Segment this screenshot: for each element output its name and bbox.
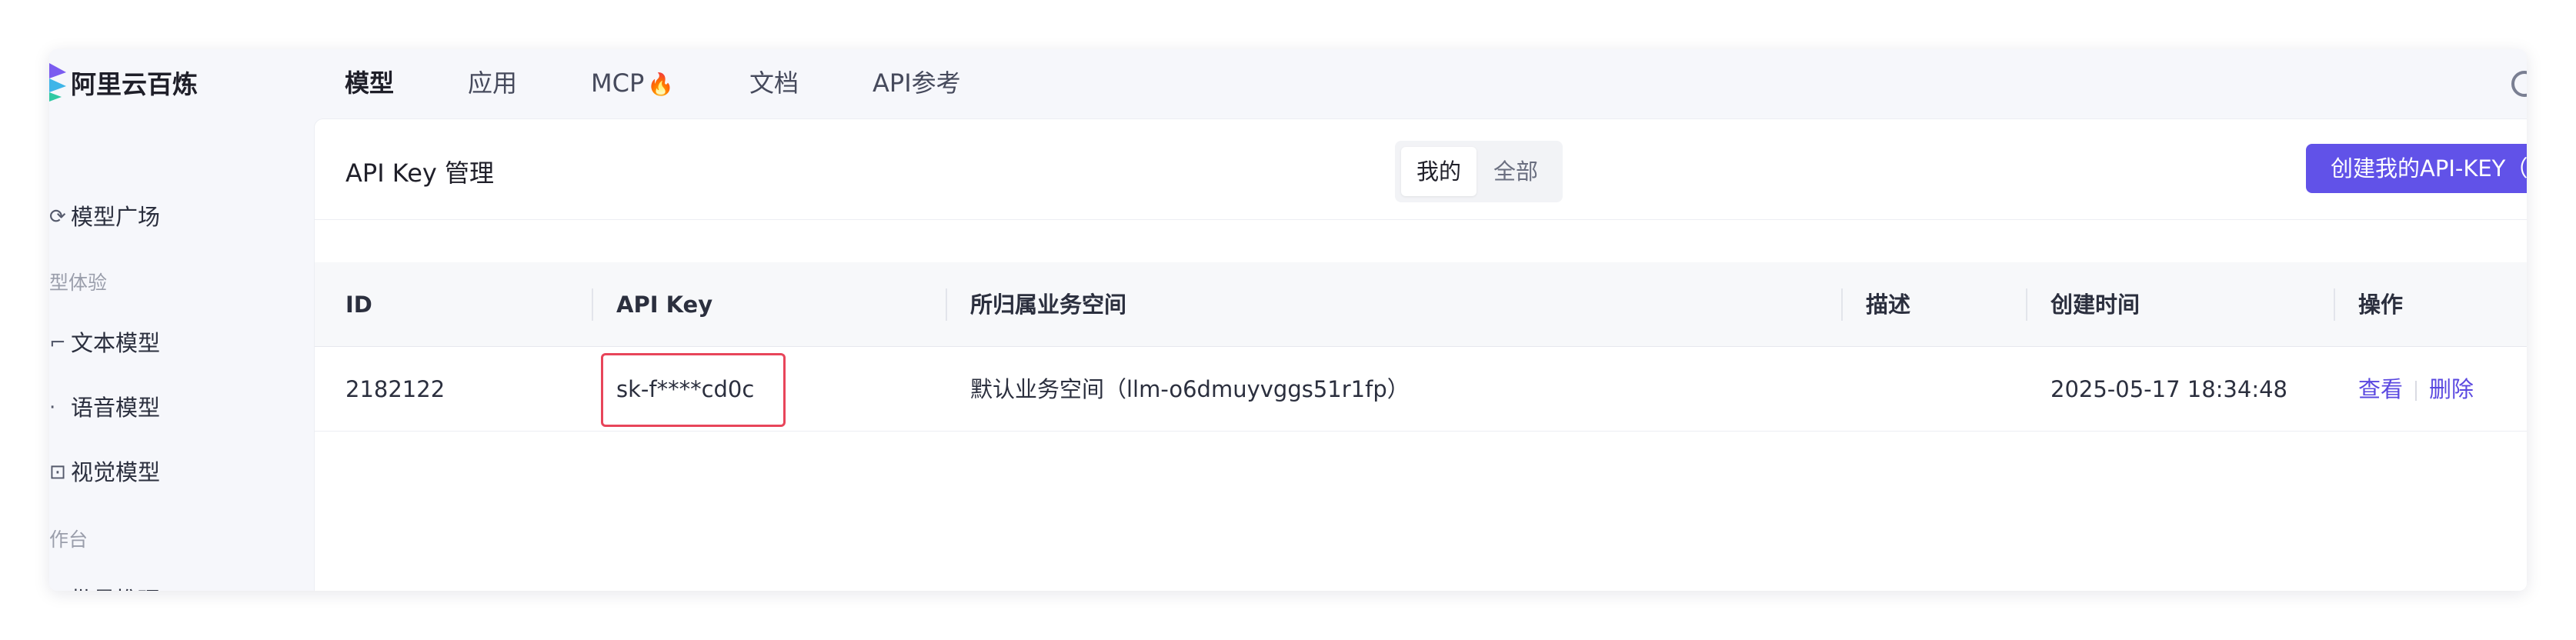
sidebar-item-label: 批量推理	[71, 585, 160, 591]
column-separator	[946, 288, 947, 321]
sidebar-item-label: 文本模型	[71, 330, 161, 356]
nav-item-label: 应用	[468, 68, 518, 98]
sidebar-item-text-model[interactable]: ⌐ 文本模型	[49, 328, 160, 358]
header-divider	[315, 219, 2527, 220]
voice-model-icon: ⋅	[49, 396, 56, 419]
text-model-icon: ⌐	[49, 332, 66, 355]
column-separator	[1841, 288, 1843, 321]
sidebar-section-experience: 型体验	[49, 272, 108, 294]
nav-item-api-reference[interactable]: API参考	[873, 66, 961, 100]
gear-icon[interactable]	[2511, 71, 2527, 97]
sidebar-item-label: 模型广场	[71, 204, 161, 230]
page-title: API Key 管理	[345, 158, 494, 188]
column-separator	[2026, 288, 2027, 321]
column-header-actions: 操作	[2358, 292, 2404, 318]
logo-text: 阿里云百炼	[71, 69, 198, 99]
logo-icon	[49, 63, 66, 102]
sidebar-section-workbench: 作台	[49, 528, 88, 551]
sidebar: ⟳ 模型广场 型体验 ⌐ 文本模型 ⋅ 语音模型 ⊡ 视觉模型 作台 } 批量推…	[49, 118, 314, 591]
sidebar-item-label: 视觉模型	[71, 459, 161, 485]
cell-api-key: sk-f****cd0c	[616, 376, 755, 402]
delete-link[interactable]: 删除	[2429, 376, 2474, 402]
create-api-key-button[interactable]: 创建我的API-KEY（	[2306, 144, 2527, 193]
flame-icon: 🔥	[647, 72, 675, 97]
table-header: ID API Key 所归属业务空间 描述 创建时间 操作	[315, 262, 2527, 347]
logo[interactable]: 阿里云百炼	[49, 63, 198, 102]
column-header-description: 描述	[1866, 292, 1911, 318]
segment-mine[interactable]: 我的	[1401, 147, 1477, 196]
column-header-id: ID	[345, 292, 372, 318]
table-row: 2182122 sk-f****cd0c 默认业务空间（llm-o6dmuyvg…	[315, 347, 2527, 432]
nav-item-docs[interactable]: 文档	[749, 66, 799, 100]
app-window: 阿里云百炼 模型 应用 MCP 🔥 文档 API参考 ⟳ 模型广场 型体验 ⌐ 文…	[49, 49, 2527, 591]
segment-all[interactable]: 全部	[1478, 147, 1553, 196]
column-header-workspace: 所归属业务空间	[970, 292, 1127, 318]
view-link[interactable]: 查看	[2358, 376, 2403, 402]
plaza-icon: ⟳	[49, 205, 66, 228]
column-header-api-key: API Key	[616, 292, 713, 318]
column-separator	[592, 288, 593, 321]
column-separator	[2334, 288, 2335, 321]
nav-item-label: MCP	[591, 68, 645, 98]
column-header-created-time: 创建时间	[2050, 292, 2141, 318]
nav-item-label: 模型	[345, 68, 395, 98]
main-panel: API Key 管理 我的 全部 创建我的API-KEY（ ID API Key…	[314, 118, 2527, 591]
sidebar-item-voice-model[interactable]: ⋅ 语音模型	[49, 392, 160, 423]
nav-item-mcp[interactable]: MCP 🔥	[591, 66, 674, 100]
sidebar-item-batch-inference[interactable]: } 批量推理	[49, 585, 160, 591]
batch-icon: }	[49, 585, 69, 591]
nav-item-label: API参考	[873, 68, 961, 98]
sidebar-item-vision-model[interactable]: ⊡ 视觉模型	[49, 457, 160, 488]
nav-item-models[interactable]: 模型	[345, 66, 394, 100]
sidebar-item-label: 语音模型	[71, 395, 161, 421]
top-navigation: 阿里云百炼 模型 应用 MCP 🔥 文档 API参考	[49, 49, 2527, 118]
action-separator	[2415, 381, 2418, 401]
cell-id: 2182122	[345, 376, 445, 402]
scope-segmented-control: 我的 全部	[1395, 141, 1563, 202]
cell-created-time: 2025-05-17 18:34:48	[2050, 376, 2287, 402]
cell-workspace: 默认业务空间（llm-o6dmuyvggs51r1fp）	[970, 376, 1410, 402]
cell-actions: 查看 删除	[2358, 347, 2474, 432]
nav-item-apps[interactable]: 应用	[468, 66, 517, 100]
sidebar-item-model-plaza[interactable]: ⟳ 模型广场	[49, 202, 160, 232]
vision-model-icon: ⊡	[49, 461, 66, 484]
nav-item-label: 文档	[749, 68, 799, 98]
